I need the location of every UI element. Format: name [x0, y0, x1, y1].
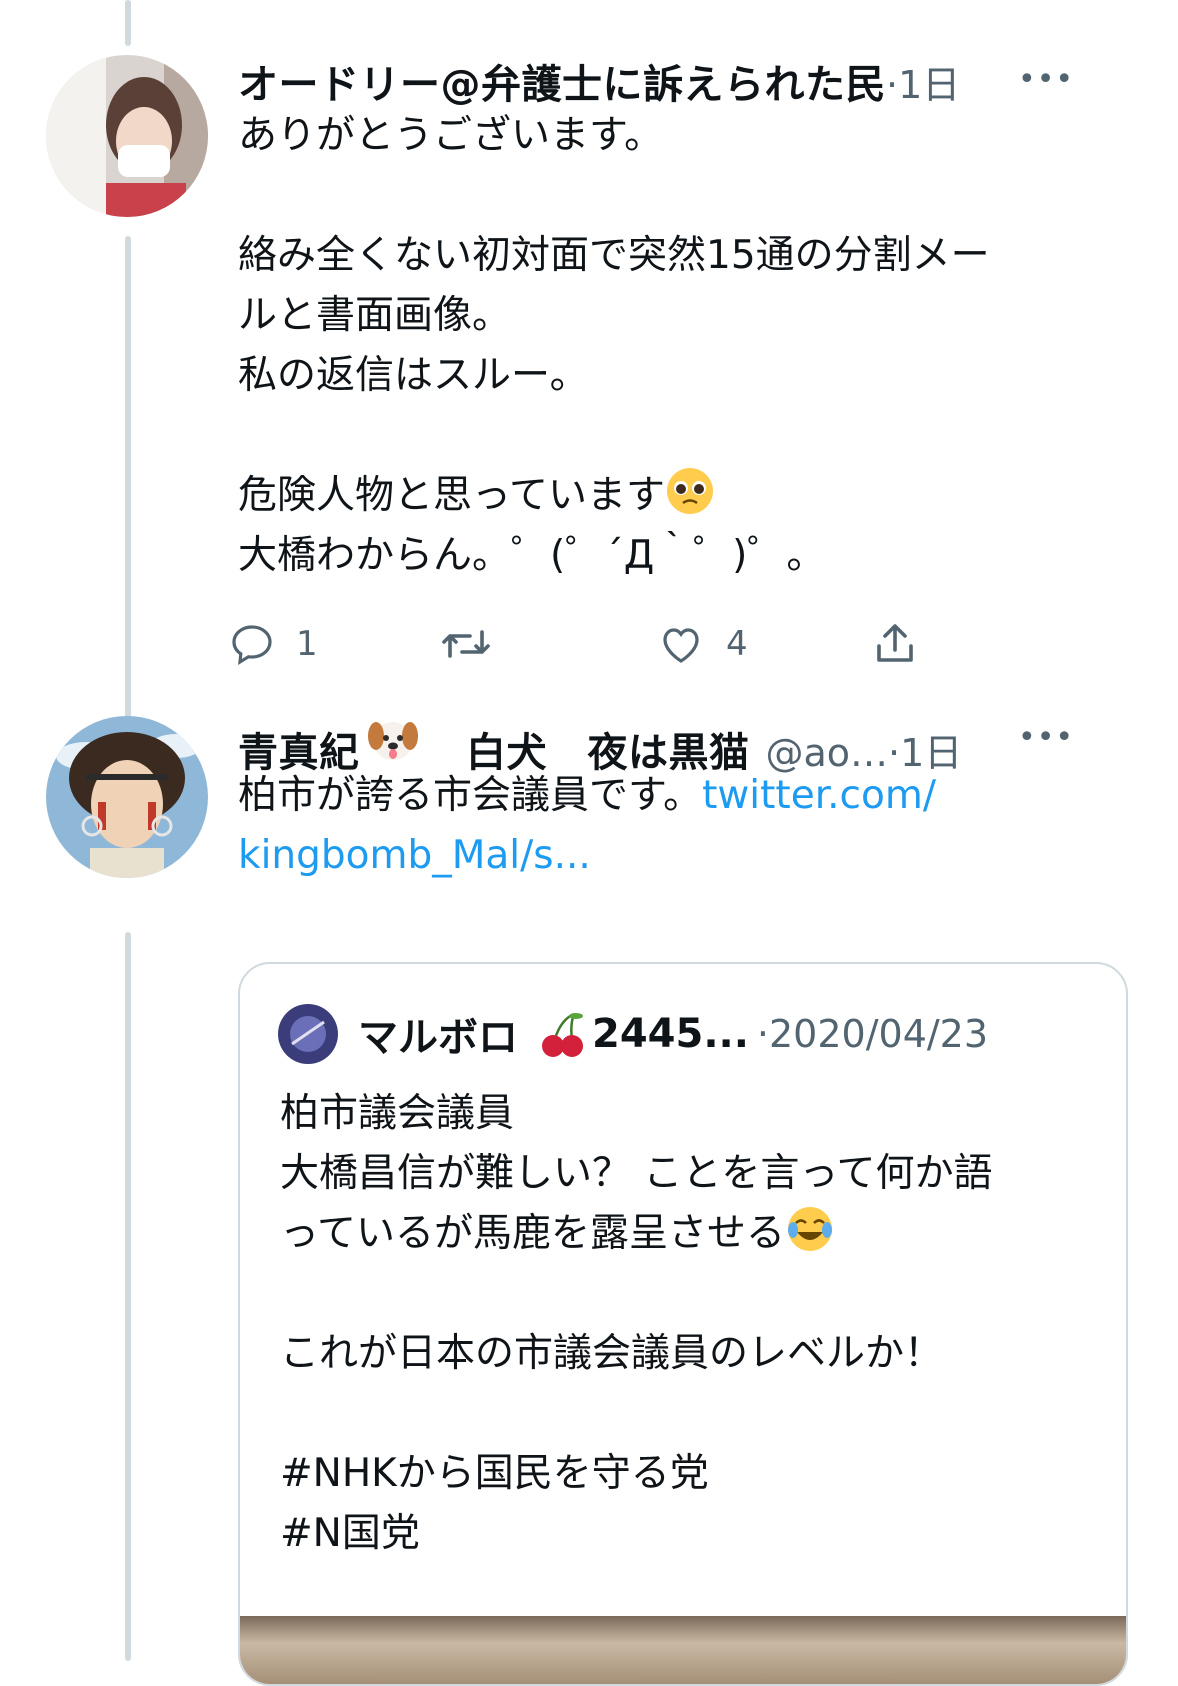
reply-count: 1: [296, 624, 318, 664]
tweet-link[interactable]: twitter.com/: [702, 773, 936, 818]
share-icon: [877, 624, 913, 662]
quoted-display-name-suffix: 2445...: [592, 1011, 749, 1057]
tweet-1-header: オードリー@弁護士に訴えられた民 ·1日: [238, 52, 960, 110]
text-line: ルと書面画像。: [238, 293, 512, 338]
text-line: ありがとうございます。: [238, 113, 664, 158]
more-options-icon[interactable]: •••: [1018, 62, 1074, 97]
retweet-icon: [442, 630, 490, 658]
text-line: 柏市が誇る市会議員です。: [238, 773, 703, 818]
like-button[interactable]: 4: [656, 620, 748, 668]
thread-line-middle: [125, 236, 131, 745]
tweet-link[interactable]: kingbomb_Mal/s...: [238, 833, 591, 878]
text-line: これが日本の市議会議員のレベルか！: [280, 1331, 944, 1376]
thread-line-top: [125, 0, 131, 46]
text-line: 私の返信はスルー。: [238, 353, 589, 398]
retweet-button[interactable]: [438, 620, 514, 668]
quoted-display-name: マルボロ: [358, 1015, 518, 1061]
avatar-audrey[interactable]: [46, 55, 208, 217]
avatar-aomaki[interactable]: [46, 716, 208, 878]
cherry-emoji: [542, 1012, 583, 1057]
quoted-avatar: [278, 1004, 338, 1064]
display-name[interactable]: オードリー@弁護士に訴えられた民: [238, 52, 886, 110]
thread-line-bottom: [125, 932, 131, 1661]
text-line: っているが馬鹿を露呈させる: [280, 1211, 786, 1256]
text-line: 絡み全くない初対面で突然15通の分割メー: [238, 233, 990, 278]
dog-face-emoji: [367, 722, 418, 760]
text-line: 危険人物と思っています: [238, 473, 666, 518]
hashtag[interactable]: #N国党: [280, 1511, 420, 1556]
hashtag[interactable]: #NHKから国民を守る党: [280, 1451, 709, 1496]
text-line: 柏市議会議員: [280, 1091, 515, 1136]
pleading-face-emoji: [667, 468, 714, 514]
face-with-tears-of-joy-emoji: [788, 1207, 833, 1251]
like-icon: [663, 628, 699, 663]
share-button[interactable]: [870, 620, 940, 668]
reply-button[interactable]: 1: [228, 620, 318, 668]
quoted-tweet-text: 柏市議会議員 大橋昌信が難しい？ ことを言って何か語 っているが馬鹿を露呈させる…: [280, 1084, 992, 1564]
tweet-1-actions: 1 4: [232, 620, 998, 680]
timestamp[interactable]: ·1日: [886, 54, 960, 109]
tweet-1-text: ありがとうございます。 絡み全くない初対面で突然15通の分割メー ルと書面画像。…: [238, 106, 990, 586]
tweet-2-text: 柏市が誇る市会議員です。twitter.com/ kingbomb_Mal/s.…: [238, 766, 936, 886]
text-line: 大橋昌信が難しい？ ことを言って何か語: [280, 1151, 993, 1196]
like-count: 4: [726, 624, 748, 664]
reply-icon: [232, 625, 272, 666]
quoted-timestamp: ·2020/04/23: [756, 1012, 989, 1056]
quoted-tweet-card[interactable]: マルボロ 2445... ·2020/04/23 柏市議会議員 大橋昌信が難しい…: [238, 962, 1128, 1686]
quoted-media-image[interactable]: [240, 1616, 1126, 1684]
text-line: 大橋わからん。゜(゜´Д｀゜)゜。: [238, 533, 826, 578]
more-options-icon[interactable]: •••: [1018, 720, 1074, 755]
quoted-tweet-header: マルボロ 2445... ·2020/04/23: [278, 1004, 988, 1064]
